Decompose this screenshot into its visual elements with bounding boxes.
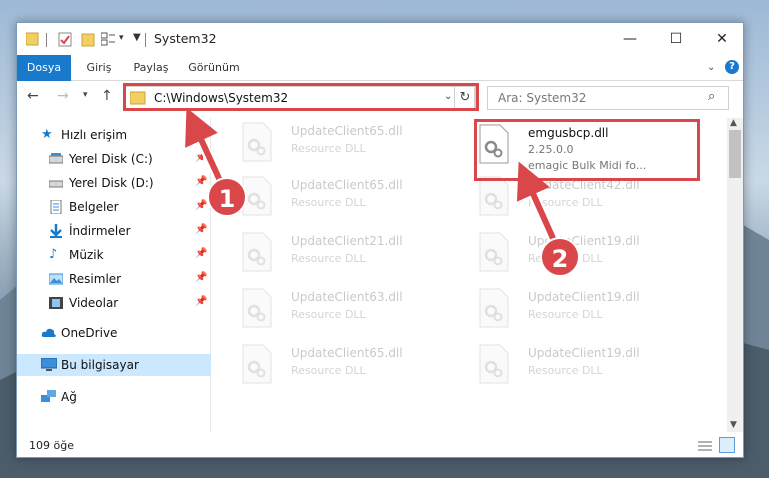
sidebar-item-downloads[interactable]: İndirmeler 📌: [17, 220, 211, 242]
minimize-button[interactable]: —: [607, 23, 653, 55]
properties-icon[interactable]: [58, 32, 72, 47]
sidebar-item-videos[interactable]: Videolar 📌: [17, 292, 211, 314]
pin-icon[interactable]: 📌: [195, 296, 207, 307]
tab-share[interactable]: Paylaş: [130, 55, 172, 81]
sidebar-item-local-disk-c[interactable]: Yerel Disk (C:) 📌: [17, 148, 211, 170]
chevron-down-icon[interactable]: ▾: [119, 33, 124, 43]
pin-icon[interactable]: 📌: [195, 248, 207, 259]
address-highlight-box: [123, 83, 479, 111]
download-icon: [50, 224, 62, 238]
cloud-icon: [41, 328, 56, 337]
up-button[interactable]: ↑: [101, 88, 113, 104]
sidebar-item-local-disk-d[interactable]: Yerel Disk (D:) 📌: [17, 172, 211, 194]
separator: [46, 33, 47, 47]
dll-file-icon: [479, 344, 509, 384]
tab-view[interactable]: Görünüm: [184, 55, 244, 81]
step-callout-2: 2: [540, 237, 580, 277]
file-highlight-box: [474, 119, 700, 181]
sidebar-item-onedrive[interactable]: OneDrive: [17, 322, 211, 344]
music-icon: ♪: [49, 247, 58, 262]
tiles-view-icon[interactable]: [719, 437, 735, 453]
scroll-thumb[interactable]: [729, 130, 741, 178]
dll-file-icon: [242, 122, 272, 162]
vertical-scrollbar[interactable]: ▲ ▼: [727, 118, 743, 432]
tab-file[interactable]: Dosya: [17, 55, 71, 81]
search-placeholder: Ara: System32: [498, 91, 587, 105]
scroll-up-icon[interactable]: ▲: [730, 118, 737, 128]
scroll-down-icon[interactable]: ▼: [730, 420, 737, 430]
dll-file-icon: [479, 232, 509, 272]
pin-icon[interactable]: 📌: [195, 152, 207, 163]
maximize-button[interactable]: ☐: [653, 23, 699, 55]
pin-icon[interactable]: 📌: [195, 176, 207, 187]
sidebar-item-network[interactable]: Ağ: [17, 386, 211, 408]
sidebar-item-music[interactable]: ♪ Müzik 📌: [17, 244, 211, 266]
list-item[interactable]: UpdateClient19.dll Resource DLL: [478, 342, 698, 390]
navigation-pane: ★ Hızlı erişim Yerel Disk (C:) 📌 Yerel D…: [17, 118, 211, 432]
status-bar: 109 öğe: [17, 434, 743, 457]
customize-toolbar-icon[interactable]: ▼: [133, 32, 141, 43]
help-icon[interactable]: ?: [725, 60, 739, 74]
search-input[interactable]: Ara: System32 ⌕: [487, 86, 729, 110]
list-item[interactable]: UpdateClient65.dll Resource DLL: [241, 342, 461, 390]
file-explorer-window: ▾ ▼ System32 — ☐ ✕ Dosya Giriş Paylaş Gö…: [16, 22, 744, 458]
dll-file-icon: [242, 232, 272, 272]
search-icon[interactable]: ⌕: [708, 89, 715, 104]
star-icon: ★: [41, 127, 53, 142]
title-bar: ▾ ▼ System32 — ☐ ✕: [17, 23, 743, 55]
drive-icon: [49, 153, 63, 164]
item-count: 109 öğe: [29, 439, 74, 452]
list-item[interactable]: UpdateClient19.dll Resource DLL: [478, 230, 698, 278]
forward-button[interactable]: →: [57, 88, 69, 104]
window-title: System32: [154, 31, 217, 46]
list-item[interactable]: UpdateClient65.dll Resource DLL: [241, 174, 461, 222]
details-view-icon[interactable]: [697, 438, 713, 454]
list-item[interactable]: UpdateClient42.dll Resource DLL: [478, 174, 698, 222]
dll-file-icon: [479, 176, 509, 216]
new-folder-icon[interactable]: [81, 32, 95, 47]
videos-icon: [49, 297, 63, 309]
back-button[interactable]: ←: [27, 88, 39, 104]
separator: [145, 33, 146, 47]
network-icon: [41, 390, 56, 402]
list-item[interactable]: UpdateClient63.dll Resource DLL: [241, 286, 461, 334]
pin-icon[interactable]: 📌: [195, 224, 207, 235]
sidebar-item-quick-access[interactable]: ★ Hızlı erişim: [17, 124, 211, 146]
dll-file-icon: [242, 288, 272, 328]
dll-file-icon: [242, 344, 272, 384]
sidebar-item-documents[interactable]: Belgeler 📌: [17, 196, 211, 218]
pin-icon[interactable]: 📌: [195, 272, 207, 283]
recent-locations-button[interactable]: ▾: [83, 90, 88, 100]
drive-icon: [49, 180, 63, 188]
expand-ribbon-icon[interactable]: ⌄: [707, 62, 715, 73]
step-callout-1: 1: [207, 177, 247, 217]
sidebar-item-pictures[interactable]: Resimler 📌: [17, 268, 211, 290]
close-button[interactable]: ✕: [699, 23, 743, 55]
checklist-icon[interactable]: [101, 32, 115, 47]
tab-home[interactable]: Giriş: [83, 55, 115, 81]
computer-icon: [41, 358, 57, 371]
pictures-icon: [49, 273, 63, 285]
list-item[interactable]: UpdateClient65.dll Resource DLL: [241, 120, 461, 168]
list-item[interactable]: UpdateClient19.dll Resource DLL: [478, 286, 698, 334]
documents-icon: [50, 200, 62, 214]
pin-icon[interactable]: 📌: [195, 200, 207, 211]
dll-file-icon: [479, 288, 509, 328]
sidebar-item-this-pc[interactable]: Bu bilgisayar: [17, 354, 211, 376]
folder-icon: [26, 32, 39, 46]
list-item[interactable]: UpdateClient21.dll Resource DLL: [241, 230, 461, 278]
ribbon-tabs: Dosya Giriş Paylaş Görünüm ⌄ ?: [17, 55, 743, 81]
